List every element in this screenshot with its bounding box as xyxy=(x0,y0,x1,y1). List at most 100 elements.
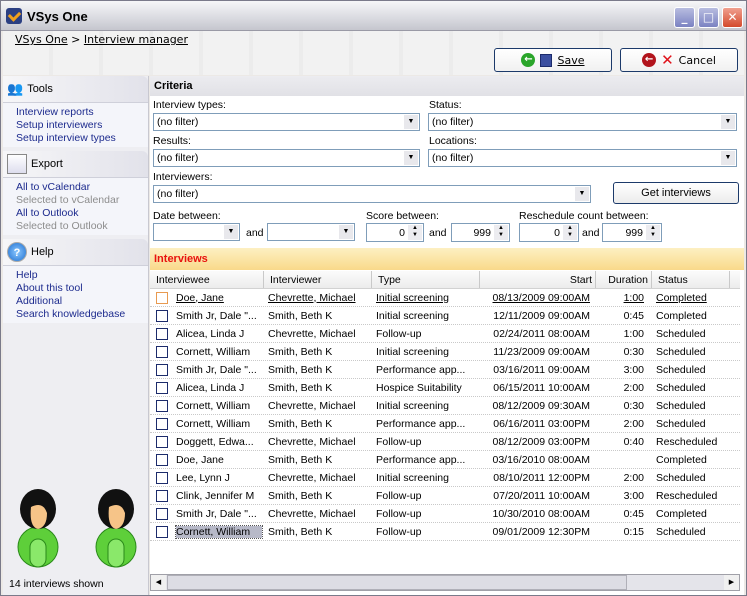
cell-duration: 2:00 xyxy=(623,417,644,430)
interview-types-label: Interview types: xyxy=(153,99,226,111)
table-row[interactable]: Cornett, William Smith, Beth K Initial scr… xyxy=(150,343,740,361)
breadcrumb-current-link[interactable]: Interview manager xyxy=(84,33,188,46)
score-to-spinner[interactable]: 999 ▲ ▼ xyxy=(451,223,510,242)
cell-interviewer: Chevrette, Michael xyxy=(268,291,356,304)
status-dropdown[interactable]: (no filter) ▼ xyxy=(428,113,737,131)
sidebar-item-interview-reports[interactable]: Interview reports xyxy=(16,106,148,119)
table-row[interactable]: Doe, Jane Chevrette, Michael Initial scree… xyxy=(150,289,740,307)
sidebar-item-additional[interactable]: Additional xyxy=(16,295,148,308)
table-row[interactable]: Smith Jr, Dale "... Chevrette, Michael Fol… xyxy=(150,505,740,523)
help-panel-header[interactable]: ? Help xyxy=(3,239,148,265)
cell-start: 03/16/2011 09:00AM xyxy=(493,363,590,376)
cell-status: Scheduled xyxy=(656,471,706,484)
cell-duration: 2:00 xyxy=(623,381,644,394)
results-label: Results: xyxy=(153,135,191,147)
sidebar-item-setup-interviewers[interactable]: Setup interviewers xyxy=(16,119,148,132)
app-logo-icon xyxy=(6,8,22,24)
column-header-start[interactable]: Start xyxy=(480,271,596,288)
results-dropdown[interactable]: (no filter) ▼ xyxy=(153,149,420,167)
row-checkbox[interactable] xyxy=(156,309,168,322)
cell-interviewee: Cornett, William xyxy=(175,524,263,539)
get-interviews-button[interactable]: Get interviews xyxy=(613,182,739,204)
table-row[interactable]: Doe, Jane Smith, Beth K Performance app...… xyxy=(150,451,740,469)
cell-interviewer: Smith, Beth K xyxy=(268,489,333,502)
row-checkbox[interactable] xyxy=(156,399,168,412)
cell-interviewer: Smith, Beth K xyxy=(268,525,333,538)
spinner-arrows-icon[interactable]: ▲ ▼ xyxy=(646,225,660,240)
export-panel-header[interactable]: Export xyxy=(3,151,148,177)
table-row[interactable]: Cornett, William Chevrette, Michael Initia… xyxy=(150,397,740,415)
column-header-status[interactable]: Status xyxy=(652,271,730,288)
table-row[interactable]: Alicea, Linda J Chevrette, Michael Follow-… xyxy=(150,325,740,343)
interview-types-dropdown[interactable]: (no filter) ▼ xyxy=(153,113,420,131)
score-between-label: Score between: xyxy=(366,210,439,222)
tools-panel-header[interactable]: 👥 Tools xyxy=(3,76,148,102)
cell-duration: 0:45 xyxy=(623,309,644,322)
row-checkbox[interactable] xyxy=(156,327,168,340)
table-row[interactable]: Clink, Jennifer M Smith, Beth K Follow-up 0… xyxy=(150,487,740,505)
reschedule-to-spinner[interactable]: 999 ▲ ▼ xyxy=(602,223,662,242)
column-header-duration[interactable]: Duration xyxy=(596,271,652,288)
cell-type: Initial screening xyxy=(376,399,449,412)
row-checkbox[interactable] xyxy=(156,345,168,358)
sidebar-item-all-to-outlook[interactable]: All to Outlook xyxy=(16,207,148,220)
chevron-down-icon: ▼ xyxy=(339,225,353,239)
save-button[interactable]: ← Save xyxy=(494,48,612,72)
user-avatar-icon xyxy=(95,489,137,568)
table-row[interactable]: Smith Jr, Dale "... Smith, Beth K Initial … xyxy=(150,307,740,325)
row-checkbox[interactable] xyxy=(156,525,168,538)
sidebar-item-help[interactable]: Help xyxy=(16,269,148,282)
sidebar-item-about[interactable]: About this tool xyxy=(16,282,148,295)
status-label: Status: xyxy=(429,99,462,111)
cell-duration: 1:00 xyxy=(623,327,644,340)
table-row[interactable]: Cornett, William Smith, Beth K Follow-up 09… xyxy=(150,523,740,541)
table-row[interactable]: Smith Jr, Dale "... Smith, Beth K Performa… xyxy=(150,361,740,379)
cell-start: 02/24/2011 08:00AM xyxy=(493,327,590,340)
table-row[interactable]: Lee, Lynn J Chevrette, Michael Initial scr… xyxy=(150,469,740,487)
date-from-picker[interactable]: ▼ xyxy=(153,223,240,241)
scrollbar-thumb[interactable] xyxy=(167,575,627,590)
row-checkbox[interactable] xyxy=(156,363,168,376)
row-checkbox[interactable] xyxy=(156,381,168,394)
sidebar-item-setup-interview-types[interactable]: Setup interview types xyxy=(16,132,148,145)
reschedule-to-value: 999 xyxy=(625,227,643,239)
scroll-right-icon[interactable]: ▶ xyxy=(724,575,739,590)
sidebar-item-search-knowledgebase[interactable]: Search knowledgebase xyxy=(16,308,148,321)
cell-type: Performance app... xyxy=(376,453,466,466)
breadcrumb-root-link[interactable]: VSys One xyxy=(15,33,68,46)
cell-duration: 3:00 xyxy=(623,363,644,376)
scroll-left-icon[interactable]: ◀ xyxy=(151,575,166,590)
cancel-button[interactable]: ← ✕ Cancel xyxy=(620,48,738,72)
column-header-interviewee[interactable]: Interviewee xyxy=(150,271,264,288)
table-row[interactable]: Cornett, William Smith, Beth K Performance… xyxy=(150,415,740,433)
row-checkbox[interactable] xyxy=(156,507,168,520)
column-header-type[interactable]: Type xyxy=(372,271,480,288)
cell-status: Scheduled xyxy=(656,399,706,412)
spinner-arrows-icon[interactable]: ▲ ▼ xyxy=(563,225,577,240)
cell-duration: 0:30 xyxy=(623,399,644,412)
column-header-interviewer[interactable]: Interviewer xyxy=(264,271,372,288)
maximize-button[interactable]: □ xyxy=(698,7,719,28)
sidebar-item-all-to-vcalendar[interactable]: All to vCalendar xyxy=(16,181,148,194)
locations-dropdown[interactable]: (no filter) ▼ xyxy=(428,149,737,167)
row-checkbox[interactable] xyxy=(156,489,168,502)
row-checkbox[interactable] xyxy=(156,435,168,448)
row-checkbox[interactable] xyxy=(156,453,168,466)
row-checkbox[interactable] xyxy=(156,471,168,484)
spinner-arrows-icon[interactable]: ▲ ▼ xyxy=(494,225,508,240)
reschedule-from-spinner[interactable]: 0 ▲ ▼ xyxy=(519,223,579,242)
horizontal-scrollbar[interactable]: ◀ ▶ xyxy=(150,574,740,591)
status-value: (no filter) xyxy=(432,116,474,128)
row-checkbox[interactable] xyxy=(156,291,168,304)
cell-duration: 2:00 xyxy=(623,471,644,484)
row-checkbox[interactable] xyxy=(156,417,168,430)
interviewers-dropdown[interactable]: (no filter) ▼ xyxy=(153,185,591,203)
date-to-picker[interactable]: ▼ xyxy=(267,223,355,241)
table-row[interactable]: Doggett, Edwa... Chevrette, Michael Follow… xyxy=(150,433,740,451)
table-row[interactable]: Alicea, Linda J Smith, Beth K Hospice Suit… xyxy=(150,379,740,397)
spinner-arrows-icon[interactable]: ▲ ▼ xyxy=(408,225,422,240)
back-arrow-icon: ← xyxy=(642,53,657,67)
score-from-spinner[interactable]: 0 ▲ ▼ xyxy=(366,223,424,242)
minimize-button[interactable]: _ xyxy=(674,7,695,28)
close-button[interactable]: ✕ xyxy=(722,7,743,28)
